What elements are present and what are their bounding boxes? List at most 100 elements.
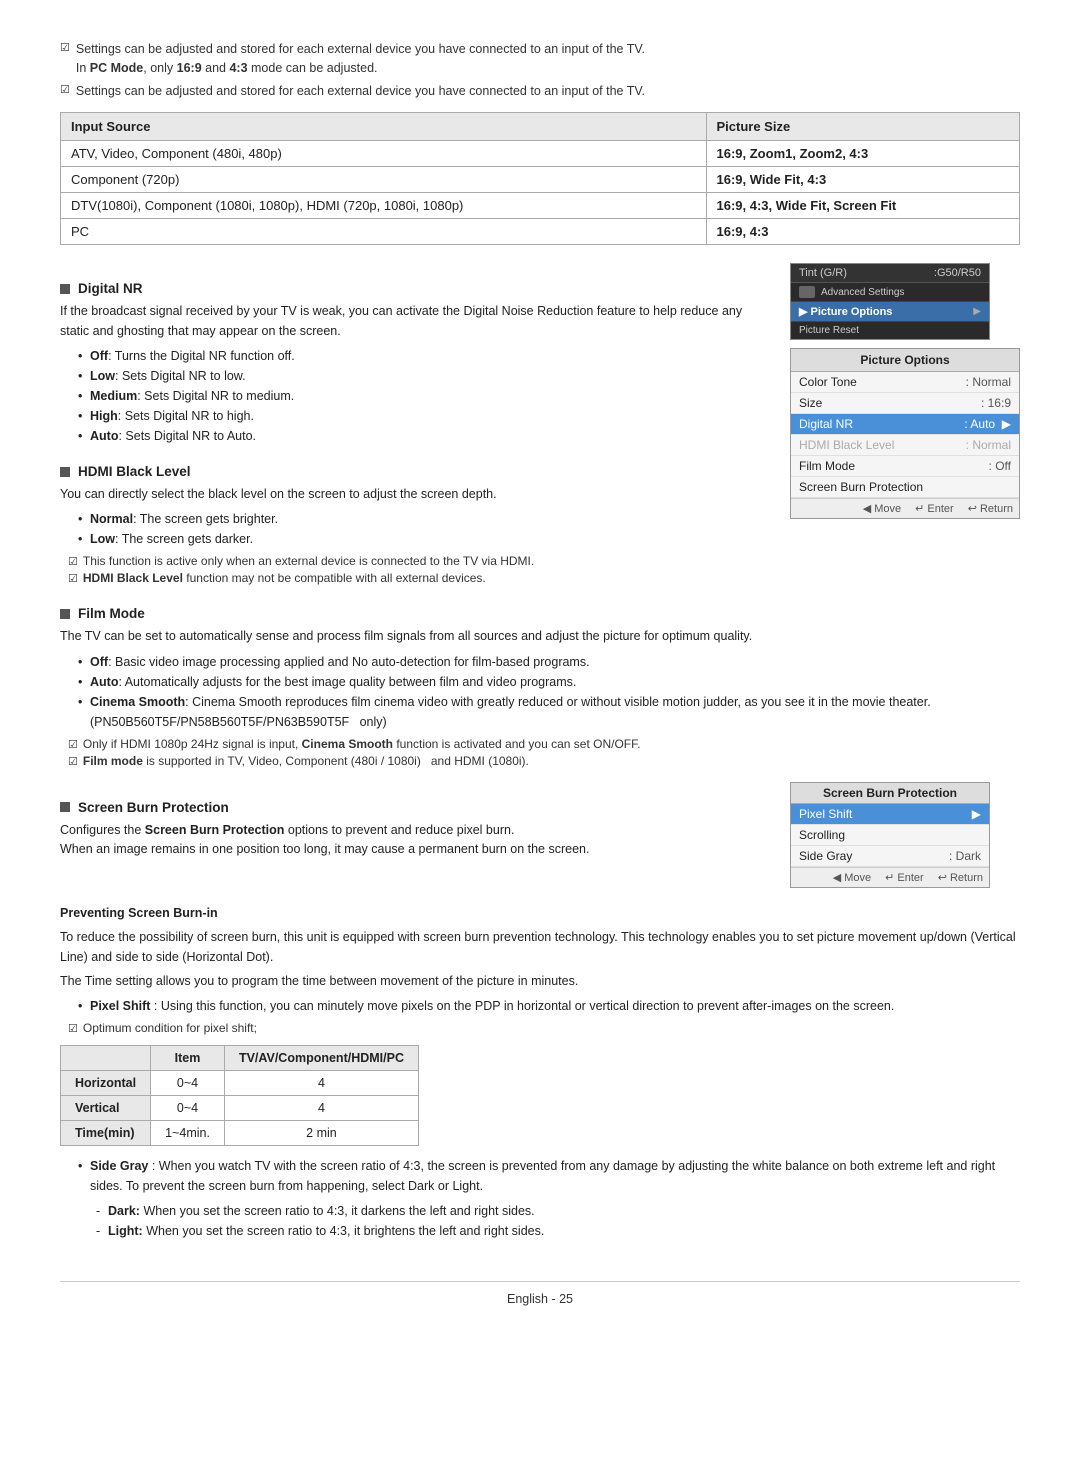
tv-panel-row-selected: ▶ Picture Options ▶ bbox=[791, 302, 989, 322]
menu-panel-title: Picture Options bbox=[791, 349, 1019, 372]
preventing-section: Preventing Screen Burn-in To reduce the … bbox=[60, 904, 1020, 1242]
table-row: DTV(1080i), Component (1080i, 1080p), HD… bbox=[61, 193, 1020, 219]
section-square-icon bbox=[60, 609, 70, 619]
range-cell: 0~4 bbox=[151, 1096, 225, 1121]
source-cell: PC bbox=[61, 219, 707, 245]
tv-panel-row: Picture Reset bbox=[791, 322, 989, 339]
burn-side-panel: Screen Burn Protection Pixel Shift ▶ Scr… bbox=[790, 782, 1020, 896]
tv-label: Advanced Settings bbox=[821, 287, 981, 298]
list-item: Off: Basic video image processing applie… bbox=[78, 652, 1020, 672]
note2-text: Settings can be adjusted and stored for … bbox=[76, 82, 645, 101]
tv-label: Picture Reset bbox=[799, 325, 981, 336]
menu-item: Scrolling bbox=[791, 825, 989, 846]
preventing-heading: Preventing Screen Burn-in bbox=[60, 904, 1020, 923]
menu-item: Screen Burn Protection bbox=[791, 477, 1019, 498]
note1-line: ☑ Settings can be adjusted and stored fo… bbox=[60, 40, 1020, 78]
col-item: Item bbox=[151, 1046, 225, 1071]
row-label: Horizontal bbox=[61, 1071, 151, 1096]
col-input-source: Input Source bbox=[61, 113, 707, 141]
film-note1: ☑ Only if HDMI 1080p 24Hz signal is inpu… bbox=[68, 737, 1020, 751]
menu-item-label: Digital NR bbox=[799, 417, 853, 431]
menu-item-label: Side Gray bbox=[799, 849, 852, 863]
size-cell: 16:9, 4:3 bbox=[706, 219, 1020, 245]
preventing-text1: To reduce the possibility of screen burn… bbox=[60, 928, 1020, 967]
col-tv: TV/AV/Component/HDMI/PC bbox=[224, 1046, 418, 1071]
note1-text: Settings can be adjusted and stored for … bbox=[76, 40, 645, 78]
menu-item: Film Mode : Off bbox=[791, 456, 1019, 477]
light-text: Light: When you set the screen ratio to … bbox=[96, 1221, 1020, 1241]
note1-icon: ☑ bbox=[60, 41, 70, 54]
menu-item-label: Size bbox=[799, 396, 822, 410]
footer-enter: ↵ Enter bbox=[915, 502, 954, 515]
value-cell: 4 bbox=[224, 1071, 418, 1096]
tv-side-panels: Tint (G/R) :G50/R50 Advanced Settings ▶ … bbox=[790, 263, 1020, 588]
menu-item-label: Color Tone bbox=[799, 375, 857, 389]
hdmi-note1: ☑ This function is active only when an e… bbox=[68, 554, 774, 568]
list-item: Pixel Shift : Using this function, you c… bbox=[78, 996, 1020, 1016]
tint-label: Tint (G/R) bbox=[799, 267, 847, 279]
digital-nr-heading: Digital NR bbox=[60, 281, 774, 296]
table-row: ATV, Video, Component (480i, 480p) 16:9,… bbox=[61, 141, 1020, 167]
menu-item-label: Pixel Shift bbox=[799, 807, 852, 821]
menu-item: Color Tone : Normal bbox=[791, 372, 1019, 393]
list-item: Cinema Smooth: Cinema Smooth reproduces … bbox=[78, 692, 1020, 732]
tint-value: :G50/R50 bbox=[934, 267, 981, 279]
digital-nr-bullets: Off: Turns the Digital NR function off. … bbox=[78, 346, 774, 446]
screen-burn-main: Screen Burn Protection Configures the Sc… bbox=[60, 782, 774, 896]
screen-burn-section: Screen Burn Protection Configures the Sc… bbox=[60, 782, 1020, 896]
menu-item-arrow: ▶ bbox=[972, 807, 981, 821]
footer-enter: ↵ Enter bbox=[885, 871, 924, 884]
tv-panel-picture: Tint (G/R) :G50/R50 Advanced Settings ▶ … bbox=[790, 263, 990, 340]
list-item: Medium: Sets Digital NR to medium. bbox=[78, 386, 774, 406]
table-row: Horizontal 0~4 4 bbox=[61, 1071, 419, 1096]
film-note2: ☑ Film mode is supported in TV, Video, C… bbox=[68, 754, 1020, 768]
menu-item-label: Scrolling bbox=[799, 828, 845, 842]
menu-item-highlighted: Digital NR : Auto ▶ bbox=[791, 414, 1019, 435]
footer-move: ◀ Move bbox=[833, 871, 871, 884]
list-item: High: Sets Digital NR to high. bbox=[78, 406, 774, 426]
menu-item-highlighted: Pixel Shift ▶ bbox=[791, 804, 989, 825]
burn-panel-title: Screen Burn Protection bbox=[791, 783, 989, 804]
preventing-text2: The Time setting allows you to program t… bbox=[60, 972, 1020, 991]
table-row: Component (720p) 16:9, Wide Fit, 4:3 bbox=[61, 167, 1020, 193]
note2-line: ☑ Settings can be adjusted and stored fo… bbox=[60, 82, 1020, 101]
menu-item: Side Gray : Dark bbox=[791, 846, 989, 867]
digital-nr-body: If the broadcast signal received by your… bbox=[60, 302, 774, 341]
list-item: Off: Turns the Digital NR function off. bbox=[78, 346, 774, 366]
tv-label: ▶ Picture Options bbox=[799, 305, 973, 318]
source-cell: ATV, Video, Component (480i, 480p) bbox=[61, 141, 707, 167]
table-row: Time(min) 1~4min. 2 min bbox=[61, 1121, 419, 1146]
section-square-icon bbox=[60, 467, 70, 477]
footer-move: ◀ Move bbox=[863, 502, 901, 515]
digital-nr-main: Digital NR If the broadcast signal recei… bbox=[60, 263, 774, 588]
footer-return: ↩ Return bbox=[968, 502, 1013, 515]
pixel-shift-table: Item TV/AV/Component/HDMI/PC Horizontal … bbox=[60, 1045, 419, 1146]
row-label: Vertical bbox=[61, 1096, 151, 1121]
menu-item-label: Film Mode bbox=[799, 459, 855, 473]
footer-return: ↩ Return bbox=[938, 871, 983, 884]
menu-item-value: : Normal bbox=[966, 375, 1011, 389]
film-mode-heading: Film Mode bbox=[60, 606, 1020, 621]
list-item: Auto: Automatically adjusts for the best… bbox=[78, 672, 1020, 692]
range-cell: 0~4 bbox=[151, 1071, 225, 1096]
screen-burn-body: Configures the Screen Burn Protection op… bbox=[60, 821, 774, 860]
menu-item-value: : Normal bbox=[966, 438, 1011, 452]
side-gray-list: Side Gray : When you watch TV with the s… bbox=[78, 1156, 1020, 1196]
menu-item-value: : Auto ▶ bbox=[964, 417, 1011, 431]
size-cell: 16:9, 4:3, Wide Fit, Screen Fit bbox=[706, 193, 1020, 219]
menu-item: Size : 16:9 bbox=[791, 393, 1019, 414]
menu-footer: ◀ Move ↵ Enter ↩ Return bbox=[791, 498, 1019, 518]
footer-text: English - 25 bbox=[507, 1292, 573, 1306]
menu-item-value: : Dark bbox=[949, 849, 981, 863]
col-picture-size: Picture Size bbox=[706, 113, 1020, 141]
source-cell: Component (720p) bbox=[61, 167, 707, 193]
film-mode-body: The TV can be set to automatically sense… bbox=[60, 627, 1020, 646]
pixel-shift-bullet-list: Pixel Shift : Using this function, you c… bbox=[78, 996, 1020, 1016]
row-label: Time(min) bbox=[61, 1121, 151, 1146]
hdmi-note2: ☑ HDMI Black Level function may not be c… bbox=[68, 571, 774, 585]
page-footer: English - 25 bbox=[60, 1281, 1020, 1306]
source-cell: DTV(1080i), Component (1080i, 1080p), HD… bbox=[61, 193, 707, 219]
list-item: Normal: The screen gets brighter. bbox=[78, 509, 774, 529]
burn-panel-footer: ◀ Move ↵ Enter ↩ Return bbox=[791, 867, 989, 887]
col-empty bbox=[61, 1046, 151, 1071]
